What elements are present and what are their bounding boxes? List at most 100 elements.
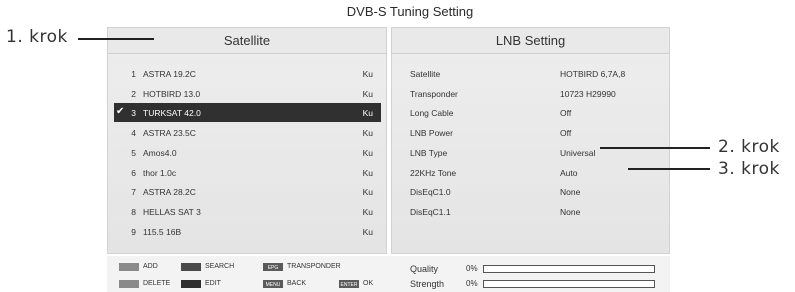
- strength-percent: 0%: [466, 279, 478, 288]
- satellite-list-item[interactable]: 1 ASTRA 19.2C Ku: [114, 64, 381, 83]
- lnb-setting-value: 10723 H29990: [560, 88, 616, 99]
- satellite-list-item[interactable]: 6 thor 1.0c Ku: [114, 163, 381, 182]
- lnb-setting-row[interactable]: LNB Type Universal: [410, 143, 660, 162]
- blue-key-icon: [181, 280, 201, 288]
- lnb-setting-value: HOTBIRD 6,7A,8: [560, 69, 626, 79]
- ok-key-hint[interactable]: ENTER OK: [339, 279, 389, 289]
- callout-step-2: 2. krok: [718, 137, 780, 157]
- satellite-name: thor 1.0c: [143, 167, 177, 178]
- add-key-label: ADD: [143, 263, 158, 270]
- lnb-setting-value: Off: [560, 128, 572, 139]
- search-key-hint[interactable]: SEARCH: [181, 262, 261, 272]
- satellite-panel-heading: Satellite: [108, 28, 386, 54]
- yellow-key-icon: [119, 280, 139, 288]
- callout-line-2: [600, 147, 710, 149]
- lnb-setting-label: Satellite: [410, 69, 441, 79]
- satellite-number: 1: [131, 69, 136, 79]
- lnb-setting-row[interactable]: DisEqC1.1 None: [410, 202, 660, 221]
- callout-step-1: 1. krok: [6, 27, 68, 47]
- lnb-setting-row[interactable]: LNB Power Off: [410, 123, 660, 142]
- edit-key-hint[interactable]: EDIT: [181, 279, 241, 289]
- lnb-setting-row[interactable]: 22KHz Tone Auto: [410, 163, 660, 182]
- satellite-band: Ku: [362, 69, 373, 79]
- lnb-setting-label: Transponder: [410, 88, 458, 99]
- edit-key-label: EDIT: [205, 280, 221, 287]
- lnb-setting-value: None: [560, 206, 581, 217]
- satellite-band: Ku: [362, 167, 373, 178]
- delete-key-hint[interactable]: DELETE: [119, 279, 179, 289]
- satellite-number: 9: [131, 226, 136, 237]
- satellite-list-item[interactable]: 9 115.5 16B Ku: [114, 222, 381, 241]
- satellite-band: Ku: [362, 108, 373, 119]
- lnb-setting-label: DisEqC1.1: [410, 206, 451, 217]
- satellite-name: TURKSAT 42.0: [143, 108, 201, 119]
- lnb-setting-label: DisEqC1.0: [410, 187, 451, 198]
- satellite-list-item[interactable]: 2 HOTBIRD 13.0 Ku: [114, 84, 381, 103]
- satellite-band: Ku: [362, 128, 373, 139]
- callout-line-3: [628, 168, 710, 170]
- enter-key-text: ENTER: [340, 282, 358, 288]
- red-key-icon: [119, 263, 139, 271]
- satellite-list-item[interactable]: 4 ASTRA 23.5C Ku: [114, 123, 381, 142]
- add-key-hint[interactable]: ADD: [119, 262, 179, 272]
- quality-percent: 0%: [466, 264, 478, 273]
- lnb-setting-row[interactable]: DisEqC1.0 None: [410, 182, 660, 201]
- lnb-setting-row[interactable]: Satellite HOTBIRD 6,7A,8: [410, 64, 660, 83]
- enter-key-icon: ENTER: [339, 280, 359, 288]
- satellite-name: Amos4.0: [143, 147, 177, 158]
- strength-bar: [483, 280, 655, 288]
- satellite-number: 2: [131, 88, 136, 99]
- satellite-number: 3: [131, 108, 136, 119]
- satellite-name: 115.5 16B: [143, 226, 182, 237]
- satellite-list-item[interactable]: 7 ASTRA 28.2C Ku: [114, 182, 381, 201]
- satellite-panel: Satellite 1 ASTRA 19.2C Ku 2 HOTBIRD 13.0 Ku ✔…: [107, 27, 387, 254]
- back-key-label: BACK: [287, 280, 307, 287]
- satellite-list-item[interactable]: 5 Amos4.0 Ku: [114, 143, 381, 162]
- lnb-setting-label: 22KHz Tone: [410, 167, 457, 178]
- lnb-settings-panel: LNB Setting Satellite HOTBIRD 6,7A,8 Trans…: [391, 27, 670, 254]
- ok-key-label: OK: [363, 280, 374, 287]
- epg-key-text: EPG: [267, 265, 279, 271]
- satellite-list-item[interactable]: 8 HELLAS SAT 3 Ku: [114, 202, 381, 221]
- callout-step-3: 3. krok: [718, 159, 780, 179]
- satellite-name: ASTRA 19.2C: [143, 69, 196, 79]
- menu-key-icon: MENU: [263, 280, 283, 288]
- back-key-hint[interactable]: MENU BACK: [263, 279, 333, 289]
- quality-bar: [483, 265, 655, 273]
- satellite-name: ASTRA 23.5C: [143, 128, 196, 139]
- green-key-icon: [181, 263, 201, 271]
- quality-label: Quality: [410, 264, 439, 274]
- lnb-panel-heading: LNB Setting: [392, 28, 669, 54]
- search-key-label: SEARCH: [205, 263, 235, 270]
- menu-key-text: MENU: [265, 282, 281, 288]
- satellite-band: Ku: [362, 147, 373, 158]
- satellite-band: Ku: [362, 187, 373, 198]
- satellite-number: 6: [131, 167, 136, 178]
- lnb-setting-value: Off: [560, 108, 572, 119]
- satellite-number: 7: [131, 187, 136, 198]
- key-legend-bar: ADD SEARCH EPG TRANSPONDER DELETE EDIT M…: [107, 256, 670, 292]
- satellite-band: Ku: [362, 88, 373, 99]
- strength-label: Strength: [410, 279, 445, 289]
- satellite-number: 5: [131, 147, 136, 158]
- satellite-band: Ku: [362, 206, 373, 217]
- epg-key-icon: EPG: [263, 263, 283, 271]
- lnb-setting-row[interactable]: Long Cable Off: [410, 103, 660, 122]
- satellite-band: Ku: [362, 226, 373, 237]
- lnb-setting-value: Auto: [560, 167, 578, 178]
- transponder-key-hint[interactable]: EPG TRANSPONDER: [263, 262, 373, 272]
- satellite-number: 4: [131, 128, 136, 139]
- screen-title: DVB-S Tuning Setting: [346, 4, 474, 19]
- satellite-list-item[interactable]: ✔ 3 TURKSAT 42.0 Ku: [114, 103, 381, 123]
- lnb-setting-label: LNB Power: [410, 128, 453, 139]
- lnb-setting-label: LNB Type: [410, 147, 448, 158]
- lnb-setting-value: None: [560, 187, 581, 198]
- transponder-key-label: TRANSPONDER: [287, 263, 341, 270]
- lnb-setting-label: Long Cable: [410, 108, 454, 119]
- satellite-name: HOTBIRD 13.0: [143, 88, 201, 99]
- satellite-number: 8: [131, 206, 136, 217]
- satellite-name: ASTRA 28.2C: [143, 187, 196, 198]
- lnb-setting-row[interactable]: Transponder 10723 H29990: [410, 84, 660, 103]
- lnb-setting-value: Universal: [560, 147, 596, 158]
- satellite-name: HELLAS SAT 3: [143, 206, 201, 217]
